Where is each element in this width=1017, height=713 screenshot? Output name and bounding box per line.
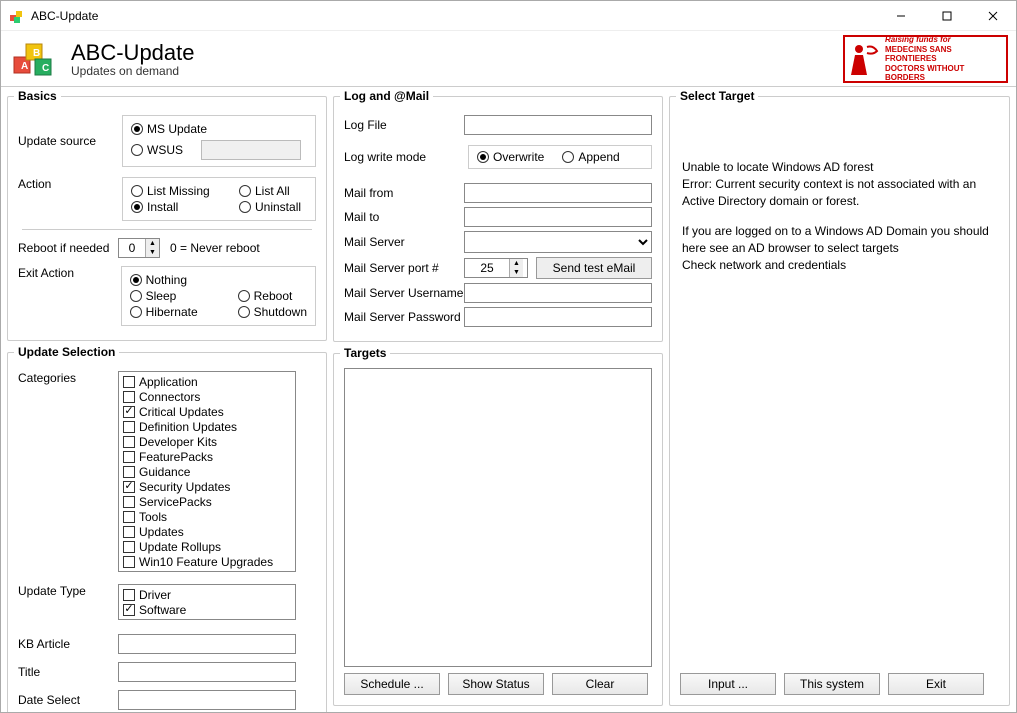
category-checkbox[interactable]: Critical Updates [121,404,293,419]
radio-overwrite[interactable]: Overwrite [477,150,544,164]
radio-append[interactable]: Append [562,150,619,164]
radio-install[interactable]: Install [131,200,221,214]
date-input[interactable] [118,690,296,710]
log-file-input[interactable] [464,115,652,135]
kb-label: KB Article [18,637,118,651]
date-label: Date Select [18,693,118,707]
mail-user-label: Mail Server Username [344,286,464,300]
update-selection-group: Update Selection Categories ApplicationC… [7,345,327,712]
close-button[interactable] [970,1,1016,31]
kb-input[interactable] [118,634,296,654]
category-checkbox[interactable]: Application [121,374,293,389]
svg-text:C: C [42,63,49,74]
category-checkbox[interactable]: Win10 Feature Upgrades [121,554,293,569]
msf-banner[interactable]: Raising funds for MEDECINS SANS FRONTIER… [843,35,1008,83]
send-test-email-button[interactable]: Send test eMail [536,257,652,279]
category-checkbox[interactable]: Security Updates [121,479,293,494]
mail-from-label: Mail from [344,186,464,200]
categories-list[interactable]: ApplicationConnectorsCritical UpdatesDef… [118,371,296,572]
app-window: ABC-Update A B C ABC-Update Updates on d… [0,0,1017,713]
radio-wsus[interactable]: WSUS [131,143,183,157]
radio-list-all[interactable]: List All [239,184,290,198]
targets-group: Targets Schedule ... Show Status Clear [333,346,663,706]
update-type-checkbox[interactable]: Driver [121,587,293,602]
update-selection-legend: Update Selection [14,345,119,359]
reboot-spinner[interactable]: ▲▼ [118,238,160,258]
basics-group: Basics Update source MS Update WSUS Acti… [7,89,327,341]
action-label: Action [18,177,118,191]
reboot-label: Reboot if needed [18,241,118,255]
update-source-label: Update source [18,134,118,148]
radio-shutdown[interactable]: Shutdown [238,305,307,319]
this-system-button[interactable]: This system [784,673,880,695]
category-checkbox[interactable]: Developer Kits [121,434,293,449]
mail-from-input[interactable] [464,183,652,203]
mail-pass-label: Mail Server Password [344,310,464,324]
radio-hibernate[interactable]: Hibernate [130,305,220,319]
msf-logo-icon [849,41,881,77]
radio-nothing[interactable]: Nothing [130,273,307,287]
select-target-group: Select Target Unable to locate Windows A… [669,89,1010,706]
mail-server-combo[interactable] [464,231,652,253]
exit-button[interactable]: Exit [888,673,984,695]
category-checkbox[interactable]: Tools [121,509,293,524]
mail-pass-input[interactable] [464,307,652,327]
categories-label: Categories [18,371,118,385]
show-status-button[interactable]: Show Status [448,673,544,695]
update-type-label: Update Type [18,584,118,598]
mail-user-input[interactable] [464,283,652,303]
window-title: ABC-Update [31,9,878,23]
basics-legend: Basics [14,89,61,103]
category-checkbox[interactable]: Definition Updates [121,419,293,434]
update-type-list[interactable]: DriverSoftware [118,584,296,620]
app-subtitle: Updates on demand [71,64,195,78]
radio-uninstall[interactable]: Uninstall [239,200,301,214]
select-target-legend: Select Target [676,89,758,103]
header: A B C ABC-Update Updates on demand Raisi… [1,31,1016,87]
category-checkbox[interactable]: FeaturePacks [121,449,293,464]
logo-icon: A B C [9,37,59,81]
input-button[interactable]: Input ... [680,673,776,695]
update-type-checkbox[interactable]: Software [121,602,293,617]
radio-list-missing[interactable]: List Missing [131,184,221,198]
radio-sleep[interactable]: Sleep [130,289,220,303]
mail-port-label: Mail Server port # [344,261,464,275]
reboot-hint: 0 = Never reboot [170,241,260,255]
log-mail-legend: Log and @Mail [340,89,433,103]
minimize-button[interactable] [878,1,924,31]
schedule-button[interactable]: Schedule ... [344,673,440,695]
mail-server-label: Mail Server [344,235,464,249]
category-checkbox[interactable]: Updates [121,524,293,539]
log-mail-group: Log and @Mail Log File Log write mode Ov… [333,89,663,342]
targets-legend: Targets [340,346,390,360]
log-write-mode-label: Log write mode [344,150,464,164]
titlebar: ABC-Update [1,1,1016,31]
radio-ms-update[interactable]: MS Update [131,122,307,136]
radio-reboot[interactable]: Reboot [238,289,293,303]
title-label: Title [18,665,118,679]
svg-text:B: B [33,48,40,59]
title-input[interactable] [118,662,296,682]
targets-list[interactable] [344,368,652,667]
wsus-server-input[interactable] [201,140,301,160]
exit-action-label: Exit Action [18,266,117,280]
maximize-button[interactable] [924,1,970,31]
mail-to-input[interactable] [464,207,652,227]
header-text: ABC-Update Updates on demand [71,40,195,78]
mail-port-spinner[interactable]: ▲▼ [464,258,528,278]
category-checkbox[interactable]: Update Rollups [121,539,293,554]
category-checkbox[interactable]: ServicePacks [121,494,293,509]
body: Basics Update source MS Update WSUS Acti… [1,87,1016,712]
log-file-label: Log File [344,118,464,132]
category-checkbox[interactable]: Connectors [121,389,293,404]
app-icon [9,8,25,24]
msf-text: Raising funds for MEDECINS SANS FRONTIER… [885,35,1002,83]
clear-button[interactable]: Clear [552,673,648,695]
app-name: ABC-Update [71,40,195,66]
svg-text:A: A [21,61,28,72]
category-checkbox[interactable]: Guidance [121,464,293,479]
select-target-message: Unable to locate Windows AD forestError:… [680,111,999,667]
mail-to-label: Mail to [344,210,464,224]
